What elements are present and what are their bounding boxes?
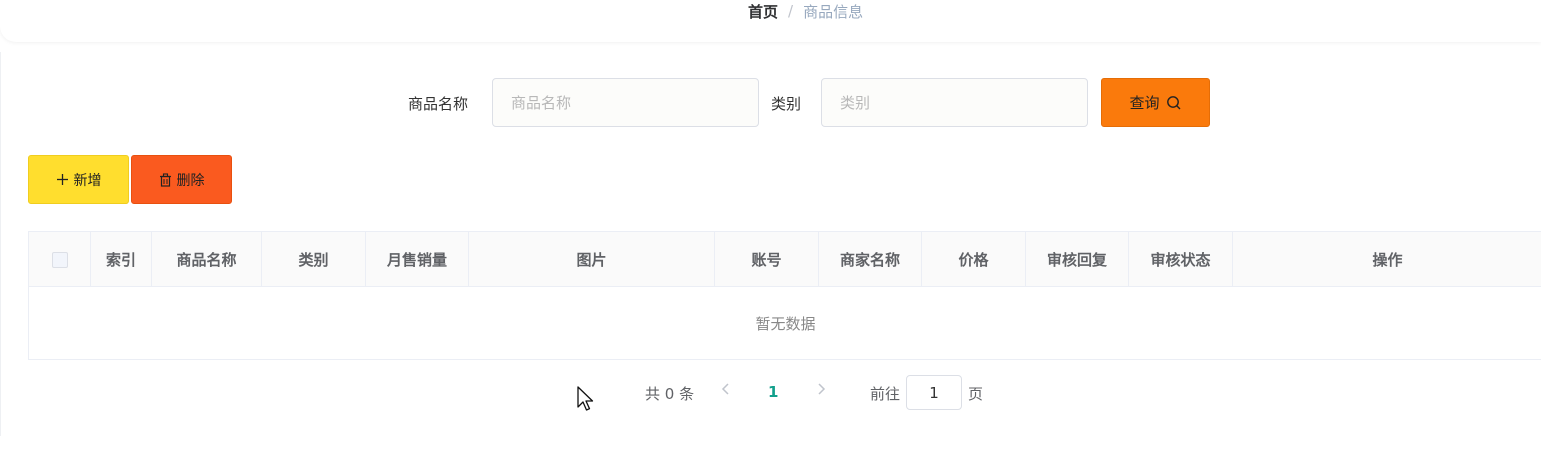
chevron-right-icon[interactable]	[815, 381, 827, 401]
column-header-index[interactable]: 索引	[91, 232, 152, 287]
pagination-page-unit: 页	[968, 385, 984, 403]
select-all-checkbox[interactable]	[51, 251, 68, 268]
query-button[interactable]: 查询	[1101, 78, 1210, 127]
mouse-cursor-icon	[577, 386, 595, 418]
product-table: 索引 商品名称 类别 月售销量 图片 账号 商家名称 价格 审核回复 审核状态 …	[28, 231, 1541, 360]
trash-icon	[159, 172, 172, 187]
chevron-left-icon[interactable]	[720, 381, 732, 401]
add-button[interactable]: 新增	[28, 155, 129, 204]
table-empty-text: 暂无数据	[755, 315, 816, 333]
search-icon	[1166, 95, 1182, 111]
pagination-goto-input[interactable]: 1	[906, 375, 962, 410]
add-button-label: 新增	[73, 172, 102, 189]
column-header-actions: 操作	[1372, 251, 1403, 269]
category-input[interactable]: 类别	[821, 78, 1088, 127]
column-header-image[interactable]: 图片	[469, 232, 715, 287]
delete-button-label: 删除	[176, 172, 205, 189]
column-header-category[interactable]: 类别	[262, 232, 366, 287]
product-name-label: 商品名称	[408, 95, 469, 113]
pagination-page-current[interactable]: 1	[768, 383, 778, 401]
breadcrumb-separator: /	[788, 2, 794, 20]
column-header-merchant-name[interactable]: 商家名称	[819, 232, 922, 287]
column-header-monthly-sales[interactable]: 月售销量	[366, 232, 469, 287]
category-label: 类别	[771, 95, 802, 113]
query-button-label: 查询	[1129, 94, 1160, 112]
column-header-review-status[interactable]: 审核状态	[1129, 232, 1233, 287]
breadcrumb-current: 商品信息	[803, 2, 864, 21]
column-header-price[interactable]: 价格	[922, 232, 1026, 287]
select-all-cell	[29, 232, 91, 287]
pagination-total: 共 0 条	[645, 385, 695, 403]
plus-icon	[56, 173, 69, 186]
top-bar: 首页 / 商品信息	[0, 0, 1541, 42]
table-header: 索引 商品名称 类别 月售销量 图片 账号 商家名称 价格 审核回复 审核状态 …	[29, 232, 1541, 287]
product-name-input[interactable]: 商品名称	[492, 78, 759, 127]
breadcrumb: 首页 / 商品信息	[748, 0, 863, 22]
column-header-account[interactable]: 账号	[715, 232, 819, 287]
breadcrumb-home[interactable]: 首页	[748, 1, 778, 22]
column-header-review-reply[interactable]: 审核回复	[1026, 232, 1129, 287]
pagination: 共 0 条 1 前往 1 页	[0, 375, 1541, 411]
column-header-product-name[interactable]: 商品名称	[152, 232, 262, 287]
delete-button[interactable]: 删除	[131, 155, 232, 204]
pagination-goto-label: 前往	[870, 385, 901, 403]
search-form: 商品名称 商品名称 类别 类别 查询	[0, 78, 1541, 128]
